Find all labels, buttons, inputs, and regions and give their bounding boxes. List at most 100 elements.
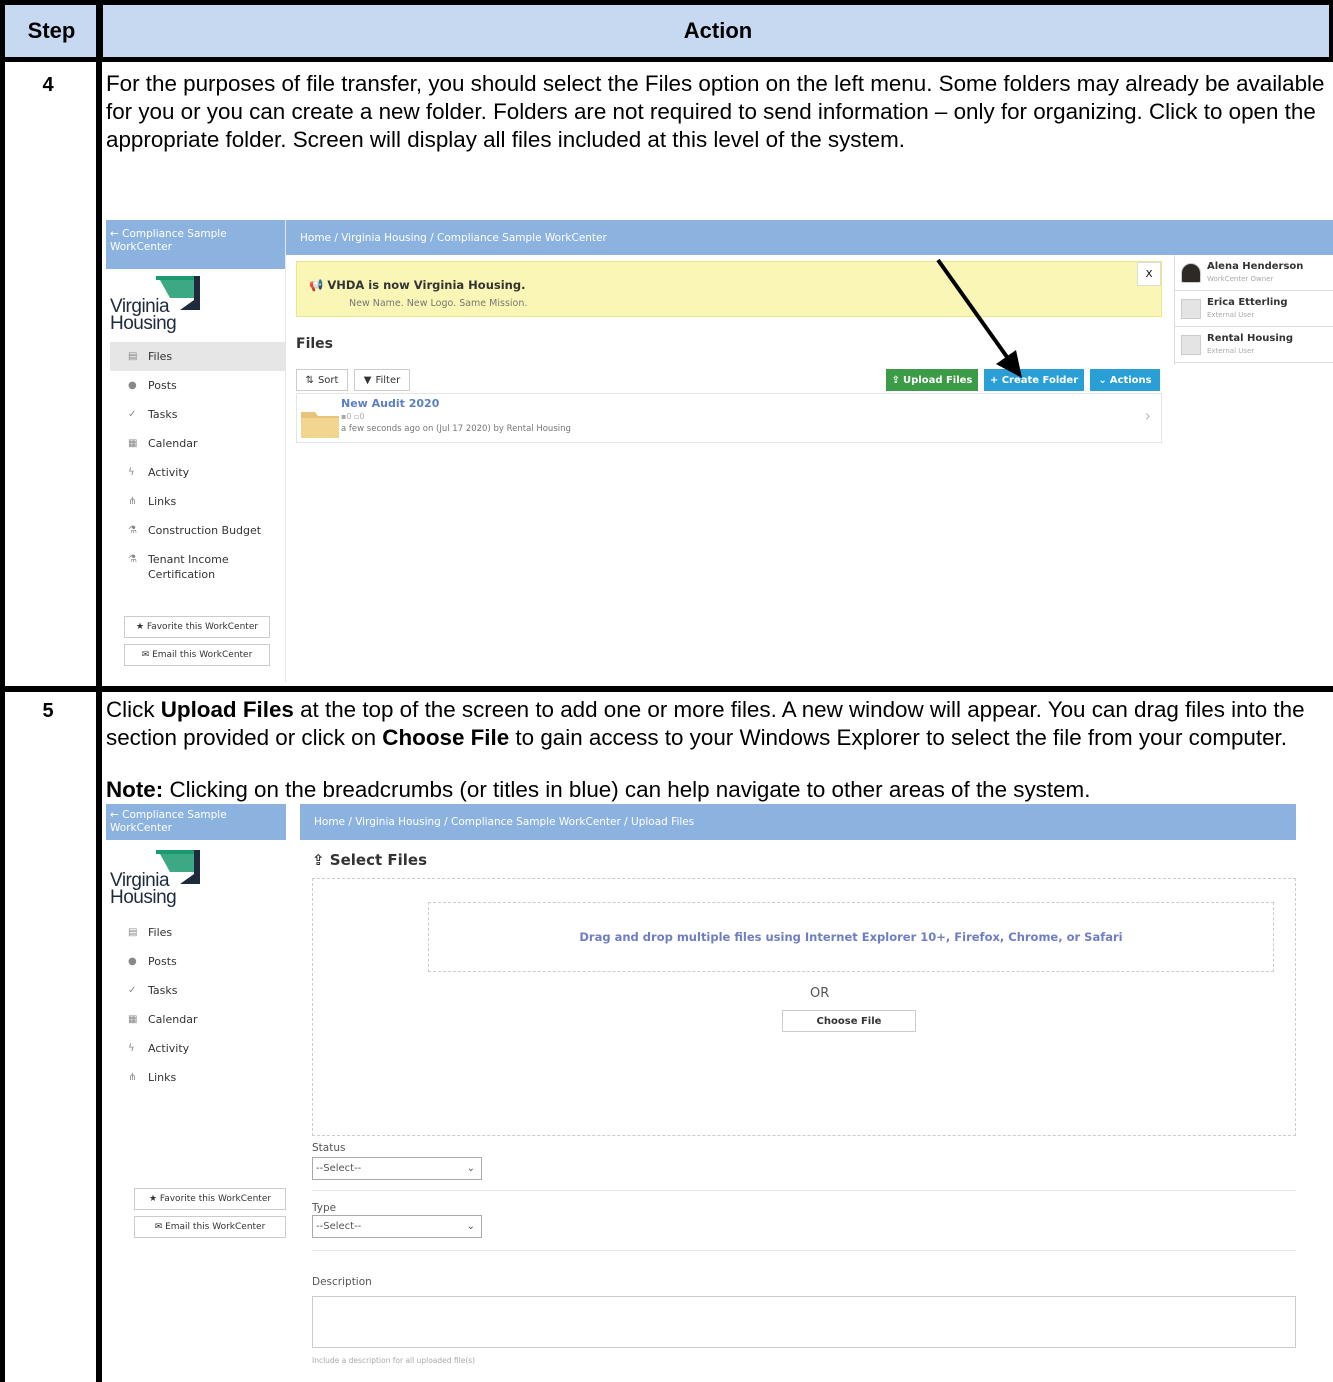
- sitemap-icon: ⋔: [128, 496, 137, 507]
- sidebar-item-files[interactable]: ▤ Files: [110, 918, 286, 947]
- folder-icon: [301, 412, 339, 438]
- sidebar-item-label: Calendar: [148, 1013, 198, 1026]
- screenshot-files: ← Compliance Sample WorkCenter Virginia H…: [106, 220, 1333, 682]
- member-item[interactable]: Alena Henderson WorkCenter Owner: [1175, 255, 1333, 291]
- sitemap-icon: ⋔: [128, 1072, 137, 1083]
- sidebar-item-tasks[interactable]: ✓ Tasks: [110, 976, 286, 1005]
- member-item[interactable]: Erica Etterling External User: [1175, 291, 1333, 327]
- sort-button[interactable]: ⇅ Sort: [296, 369, 348, 391]
- header-step: Step: [0, 0, 103, 62]
- description-hint: Include a description for all uploaded f…: [312, 1356, 476, 1365]
- sidebar-item-label: Calendar: [148, 437, 198, 450]
- annotation-arrow-icon: [936, 258, 1022, 378]
- sidebar-item-label: Tenant Income Certification: [148, 553, 229, 581]
- logo-text: Virginia Housing: [110, 870, 177, 908]
- note-label: Note:: [106, 777, 164, 802]
- virginia-housing-logo: Virginia Housing: [110, 276, 220, 336]
- bolt-icon: ϟ: [128, 467, 135, 478]
- sidebar-item-posts[interactable]: ● Posts: [110, 371, 286, 400]
- sidebar-item-activity[interactable]: ϟ Activity: [110, 1034, 286, 1063]
- sidebar-nav: ▤ Files ● Posts ✓ Tasks ▦ Calendar ϟ Activity…: [110, 342, 286, 591]
- folder-row[interactable]: New Audit 2020 ▪0 ▫0 a few seconds ago o…: [296, 393, 1162, 443]
- sidebar-item-calendar[interactable]: ▦ Calendar: [110, 429, 286, 458]
- folder-name[interactable]: New Audit 2020: [341, 397, 439, 410]
- sidebar: ← Compliance Sample WorkCenter Virginia H…: [106, 220, 286, 682]
- screenshot-upload: ← Compliance Sample WorkCenter Virginia H…: [106, 804, 1296, 1382]
- sidebar-item-label: Posts: [148, 955, 177, 968]
- step-description: Click Upload Files at the top of the scr…: [106, 697, 1305, 750]
- chevron-down-icon: ⌄: [466, 1163, 475, 1174]
- bolt-icon: ϟ: [128, 1043, 135, 1054]
- page-title: ⇪ Select Files: [312, 851, 428, 869]
- sidebar-item-activity[interactable]: ϟ Activity: [110, 458, 286, 487]
- favorite-button[interactable]: ★ Favorite this WorkCenter: [134, 1188, 286, 1210]
- breadcrumb[interactable]: Home / Virginia Housing / Compliance Sam…: [300, 804, 1296, 840]
- announcement-title: 📢 VHDA is now Virginia Housing.: [309, 278, 526, 292]
- sidebar-item-label: Links: [148, 1071, 177, 1084]
- file-icon: ▤: [128, 927, 138, 938]
- sidebar-item-links[interactable]: ⋔ Links: [110, 487, 286, 516]
- type-label: Type: [312, 1202, 337, 1214]
- avatar: [1181, 299, 1201, 319]
- chevron-down-icon: ⌄: [1098, 374, 1107, 386]
- member-role: External User: [1207, 347, 1255, 355]
- upload-icon: ⇪: [312, 851, 330, 869]
- sidebar-item-label: Files: [148, 350, 173, 363]
- step-note: Note: Clicking on the breadcrumbs (or ti…: [106, 777, 1091, 802]
- calendar-icon: ▦: [128, 438, 138, 449]
- back-link[interactable]: ← Compliance Sample WorkCenter: [106, 804, 286, 840]
- drop-zone[interactable]: Drag and drop multiple files using Inter…: [428, 902, 1274, 972]
- folder-counts: ▪0 ▫0: [341, 412, 365, 421]
- sidebar-item-construction-budget[interactable]: ⚗ Construction Budget: [110, 516, 286, 545]
- choose-file-term: Choose File: [382, 725, 510, 750]
- email-button[interactable]: ✉ Email this WorkCenter: [134, 1216, 286, 1238]
- member-role: External User: [1207, 311, 1255, 319]
- virginia-housing-logo: Virginia Housing: [110, 850, 220, 910]
- back-link[interactable]: ← Compliance Sample WorkCenter: [106, 220, 285, 269]
- sidebar-item-label: Construction Budget: [148, 524, 262, 537]
- megaphone-icon: 📢: [309, 278, 328, 292]
- sidebar-item-label: Tasks: [148, 408, 178, 421]
- sort-icon: ⇅: [305, 374, 314, 386]
- chevron-down-icon: ⌄: [466, 1221, 475, 1232]
- member-role: WorkCenter Owner: [1207, 275, 1274, 283]
- sidebar-item-links[interactable]: ⋔ Links: [110, 1063, 286, 1092]
- sidebar-item-label: Activity: [148, 466, 190, 479]
- choose-file-button[interactable]: Choose File: [782, 1010, 916, 1032]
- member-list: Alena Henderson WorkCenter Owner Erica E…: [1174, 255, 1333, 365]
- sidebar-item-label: Files: [148, 926, 173, 939]
- sidebar-item-posts[interactable]: ● Posts: [110, 947, 286, 976]
- breadcrumb[interactable]: Home / Virginia Housing / Compliance Sam…: [286, 220, 1333, 255]
- calendar-icon: ▦: [128, 1014, 138, 1025]
- filter-button[interactable]: ▼ Filter: [354, 369, 410, 391]
- type-select[interactable]: --Select-- ⌄: [312, 1215, 482, 1238]
- divider: [312, 1190, 1296, 1191]
- sidebar-item-calendar[interactable]: ▦ Calendar: [110, 1005, 286, 1034]
- close-button[interactable]: X: [1137, 262, 1161, 286]
- email-button[interactable]: ✉ Email this WorkCenter: [124, 644, 270, 666]
- member-item[interactable]: Rental Housing External User: [1175, 327, 1333, 363]
- step-number: 5: [42, 700, 54, 722]
- member-name: Rental Housing: [1207, 333, 1294, 344]
- step-description: For the purposes of file transfer, you s…: [106, 71, 1325, 152]
- sidebar-item-tenant-income[interactable]: ⚗ Tenant Income Certification: [110, 545, 286, 591]
- table-border-right: [1329, 0, 1333, 62]
- sidebar-item-tasks[interactable]: ✓ Tasks: [110, 400, 286, 429]
- sidebar-item-files[interactable]: ▤ Files: [110, 342, 286, 371]
- chevron-right-icon: ›: [1144, 406, 1151, 425]
- sidebar-item-label: Tasks: [148, 984, 178, 997]
- favorite-button[interactable]: ★ Favorite this WorkCenter: [124, 616, 270, 638]
- member-name: Erica Etterling: [1207, 297, 1288, 308]
- divider: [312, 1250, 1296, 1251]
- member-name: Alena Henderson: [1207, 261, 1304, 272]
- avatar: [1181, 263, 1201, 283]
- sidebar-item-label: Posts: [148, 379, 177, 392]
- status-select[interactable]: --Select-- ⌄: [312, 1157, 482, 1180]
- flask-icon: ⚗: [128, 525, 137, 536]
- file-icon: ▤: [128, 351, 138, 362]
- description-field[interactable]: [312, 1296, 1296, 1348]
- actions-button[interactable]: ⌄ Actions: [1090, 369, 1160, 391]
- page-title: Files: [296, 336, 333, 352]
- sidebar-nav: ▤ Files ● Posts ✓ Tasks ▦ Calendar ϟ Activity…: [110, 918, 286, 1092]
- filter-icon: ▼: [363, 374, 372, 386]
